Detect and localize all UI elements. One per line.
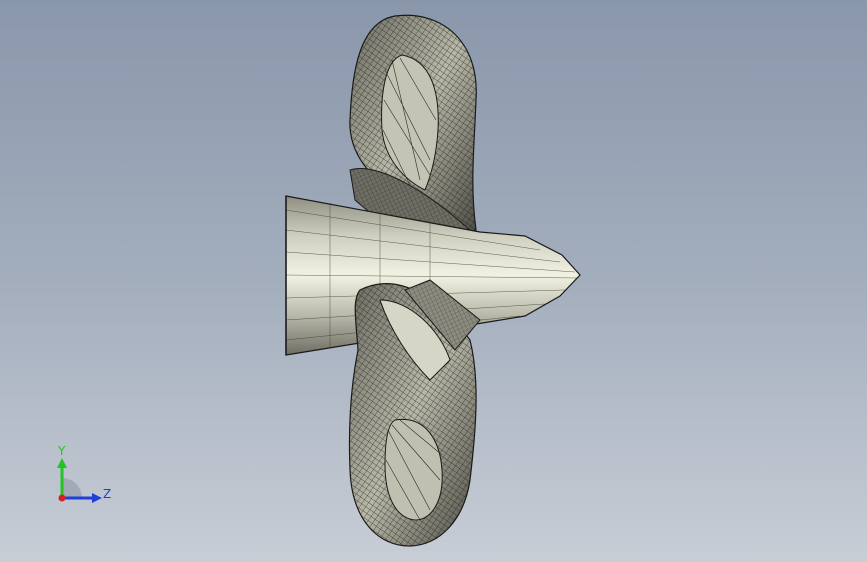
propeller-model[interactable] — [0, 0, 867, 562]
y-axis-label: Y — [57, 444, 66, 458]
lower-blade[interactable] — [348, 279, 481, 547]
triad-plane — [62, 478, 82, 498]
orientation-triad: Y Z — [57, 444, 111, 503]
graphics-viewport[interactable]: Y Z — [0, 0, 867, 562]
y-axis-arrowhead — [57, 458, 67, 468]
z-axis-label: Z — [103, 487, 111, 501]
x-axis-dot — [58, 494, 66, 502]
z-axis-arrowhead — [92, 493, 102, 503]
